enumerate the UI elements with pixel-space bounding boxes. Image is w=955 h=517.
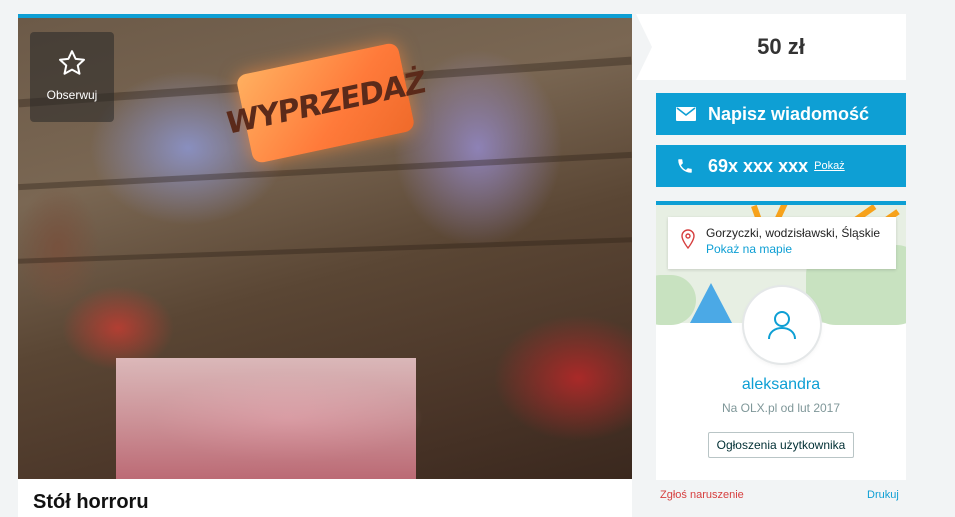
map-lake	[690, 283, 732, 323]
send-message-label: Napisz wiadomość	[708, 103, 870, 124]
print-link[interactable]: Drukuj	[867, 489, 899, 501]
user-card: Gorzyczki, wodzisławski, Śląskie Pokaż n…	[656, 201, 906, 480]
user-icon	[768, 311, 796, 340]
observe-label: Obserwuj	[46, 88, 98, 102]
sale-sign: WYPRZEDAŻ	[225, 41, 426, 165]
location-box: Gorzyczki, wodzisławski, Śląskie Pokaż n…	[668, 217, 896, 269]
location-text: Gorzyczki, wodzisławski, Śląskie	[706, 226, 881, 240]
envelope-icon	[676, 107, 704, 121]
plank	[18, 237, 632, 264]
send-message-button[interactable]: Napisz wiadomość	[656, 93, 906, 135]
phone-number: 69x xxx xxx	[708, 155, 809, 176]
map-green-area	[656, 275, 696, 325]
sale-sign-text: WYPRZEDAŻ	[224, 64, 427, 142]
listing-title-bar: Stół horroru	[18, 479, 632, 517]
show-phone-link[interactable]: Pokaż	[814, 160, 845, 172]
show-on-map-link[interactable]: Pokaż na mapie	[706, 241, 896, 257]
plank	[18, 151, 632, 191]
star-icon	[59, 50, 85, 75]
phone-icon	[676, 157, 704, 175]
map-pin-icon	[681, 229, 695, 254]
table-cloth	[116, 358, 416, 479]
phone-button[interactable]: 69x xxx xxx Pokaż	[656, 145, 906, 187]
price-notch	[636, 14, 652, 80]
listing-photo[interactable]: WYPRZEDAŻ Obserwuj	[18, 14, 632, 479]
observe-button[interactable]: Obserwuj	[30, 32, 114, 122]
price-box: 50 zł	[636, 14, 906, 80]
member-since: Na OLX.pl od lut 2017	[721, 401, 841, 415]
price: 50 zł	[757, 34, 805, 59]
user-ads-button[interactable]: Ogłoszenia użytkownika	[708, 432, 854, 458]
avatar[interactable]	[744, 287, 820, 363]
report-link[interactable]: Zgłoś naruszenie	[660, 489, 744, 501]
username[interactable]: aleksandra	[656, 376, 906, 394]
listing-title: Stół horroru	[33, 491, 149, 513]
